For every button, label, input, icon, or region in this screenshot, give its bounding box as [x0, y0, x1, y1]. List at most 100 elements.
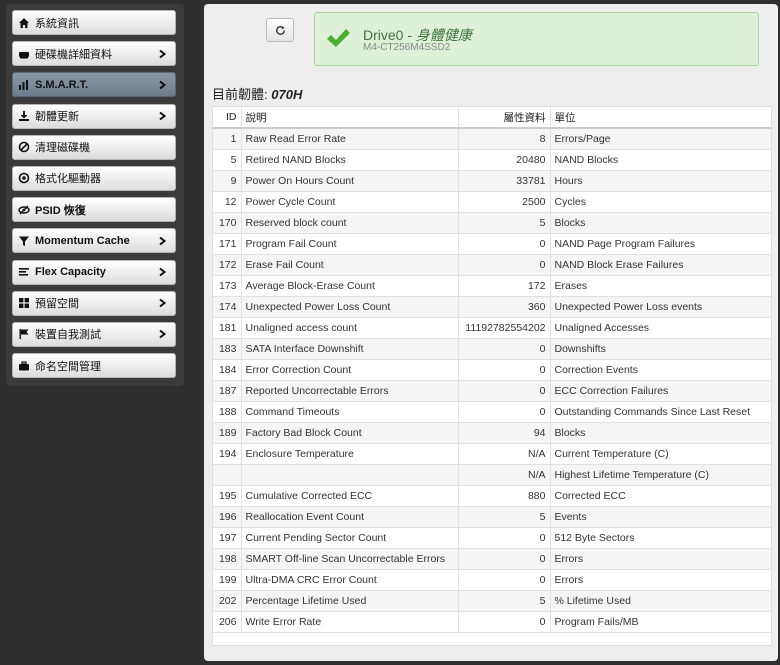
table-row: 194 Enclosure Temperature N/A Current Tempe… [213, 443, 771, 465]
sidebar-item-9[interactable]: 預留空間 [12, 290, 176, 316]
col-unit-header: 單位 [550, 107, 771, 129]
sidebar-item-4[interactable]: 清理磁碟機 [12, 134, 176, 160]
cell-raw-data: 33781 [458, 170, 551, 192]
sidebar-item-label: 裝置自我測試 [35, 329, 101, 342]
cell-raw-data: 2500 [458, 191, 551, 213]
ban-icon [18, 141, 30, 153]
cell-raw-data: N/A [458, 443, 551, 465]
sidebar-item-0[interactable]: 系統資訊 [12, 10, 176, 35]
cell-description: Reserved block count [241, 212, 459, 234]
cell-description: Unaligned access count [241, 317, 459, 339]
sidebar-item-8[interactable]: Flex Capacity [12, 259, 176, 285]
sidebar-item-label: 韌體更新 [35, 111, 79, 124]
sidebar-item-label: 系統資訊 [35, 17, 79, 30]
firmware-label: 目前韌體: [212, 87, 268, 102]
cell-unit: Unaligned Accesses [550, 317, 771, 339]
table-row: 5 Retired NAND Blocks 20480 NAND Blocks [213, 149, 771, 171]
cell-raw-data: 0 [458, 338, 551, 360]
cell-description: Command Timeouts [241, 401, 459, 423]
table-row: 172 Erase Fail Count 0 NAND Block Erase Fai… [213, 254, 771, 276]
cell-raw-data: 0 [458, 569, 551, 591]
cell-id: 181 [213, 317, 242, 339]
cell-unit: % Lifetime Used [550, 590, 771, 612]
cell-id: 183 [213, 338, 242, 360]
sidebar-item-label: Momentum Cache [35, 234, 130, 247]
cell-unit: Errors [550, 569, 771, 591]
cell-unit: Highest Lifetime Temperature (C) [550, 464, 771, 486]
table-row: 181 Unaligned access count 11192782554202 U… [213, 317, 771, 339]
cell-id: 188 [213, 401, 242, 423]
sidebar-item-2[interactable]: S.M.A.R.T. [12, 72, 176, 98]
cell-id: 174 [213, 296, 242, 318]
drive-model: M4-CT256M4SSD2 [363, 42, 451, 53]
smart-table-container: ID 說明 屬性資料 單位 1 Raw Read Error Rate 8 Error… [212, 106, 772, 646]
cell-id: 12 [213, 191, 242, 213]
sidebar-item-10[interactable]: 裝置自我測試 [12, 321, 176, 347]
cell-description: Ultra-DMA CRC Error Count [241, 569, 459, 591]
refresh-button[interactable] [266, 18, 294, 42]
sidebar-item-1[interactable]: 硬碟機詳細資料 [12, 41, 176, 67]
drive-icon [18, 48, 30, 60]
firmware-value: 070H [271, 87, 303, 102]
sidebar-nav: 系統資訊硬碟機詳細資料 S.M.A.R.T. 韌體更新清理磁碟機格式化驅動器 PSID… [6, 4, 184, 386]
sidebar-item-label: 清理磁碟機 [35, 142, 90, 155]
table-row: 188 Command Timeouts 0 Outstanding Commands… [213, 401, 771, 423]
col-id-header: ID [213, 107, 242, 129]
cell-description: Cumulative Corrected ECC [241, 485, 459, 507]
sidebar-item-6[interactable]: PSID 恢復 [12, 197, 176, 223]
cell-unit: NAND Page Program Failures [550, 233, 771, 255]
cell-unit: Program Fails/MB [550, 611, 771, 633]
cell-raw-data: 0 [458, 611, 551, 633]
grid-icon [18, 297, 30, 309]
table-row: 199 Ultra-DMA CRC Error Count 0 Errors [213, 569, 771, 591]
cell-unit: Erases [550, 275, 771, 297]
cell-description: SMART Off-line Scan Uncorrectable Errors [241, 548, 459, 570]
cell-description: Power Cycle Count [241, 191, 459, 213]
cell-id: 172 [213, 254, 242, 276]
table-row: 198 SMART Off-line Scan Uncorrectable Err… [213, 548, 771, 570]
cell-description: Enclosure Temperature [241, 443, 459, 465]
chevron-right-icon [157, 267, 167, 277]
cell-id: 194 [213, 443, 242, 465]
cell-raw-data: 172 [458, 275, 551, 297]
sidebar-item-label: S.M.A.R.T. [35, 78, 89, 91]
cell-unit: Errors [550, 548, 771, 570]
cell-id: 202 [213, 590, 242, 612]
col-description-header: 說明 [241, 107, 459, 129]
sidebar-item-label: PSID 恢復 [35, 204, 86, 217]
table-row: 173 Average Block-Erase Count 172 Erases [213, 275, 771, 297]
cell-raw-data: 0 [458, 233, 551, 255]
cell-raw-data: 0 [458, 401, 551, 423]
chevron-right-icon [157, 80, 167, 90]
cell-raw-data: 0 [458, 380, 551, 402]
drive-name: Drive0 - [363, 27, 416, 43]
cell-unit: Blocks [550, 212, 771, 234]
home-icon [18, 17, 30, 29]
table-row: 196 Reallocation Event Count 5 Events [213, 506, 771, 528]
cell-id: 170 [213, 212, 242, 234]
cell-raw-data: 8 [458, 128, 551, 150]
sidebar-item-5[interactable]: 格式化驅動器 [12, 165, 176, 191]
cell-description: Power On Hours Count [241, 170, 459, 192]
cell-raw-data: 360 [458, 296, 551, 318]
sidebar-item-label: Flex Capacity [35, 266, 106, 278]
cell-description: Erase Fail Count [241, 254, 459, 276]
cell-description: Factory Bad Block Count [241, 422, 459, 444]
table-row: 197 Current Pending Sector Count 0 512 Byte… [213, 527, 771, 549]
sidebar-item-3[interactable]: 韌體更新 [12, 103, 176, 129]
chevron-right-icon [157, 298, 167, 308]
cell-unit: Outstanding Commands Since Last Reset [550, 401, 771, 423]
firmware-info: 目前韌體: 070H [212, 84, 302, 103]
sidebar-item-11[interactable]: 命名空間管理 [12, 353, 176, 379]
table-row: 9 Power On Hours Count 33781 Hours [213, 170, 771, 192]
col-raw-data-header: 屬性資料 [458, 107, 551, 129]
table-row: 187 Reported Uncorrectable Errors 0 ECC Cor… [213, 380, 771, 402]
cell-id: 189 [213, 422, 242, 444]
cell-unit: Events [550, 506, 771, 528]
cell-id: 184 [213, 359, 242, 381]
sidebar-item-label: 硬碟機詳細資料 [35, 48, 112, 61]
sidebar-item-7[interactable]: Momentum Cache [12, 228, 176, 254]
cell-raw-data: 880 [458, 485, 551, 507]
cell-raw-data: 5 [458, 212, 551, 234]
cell-raw-data: N/A [458, 464, 551, 486]
